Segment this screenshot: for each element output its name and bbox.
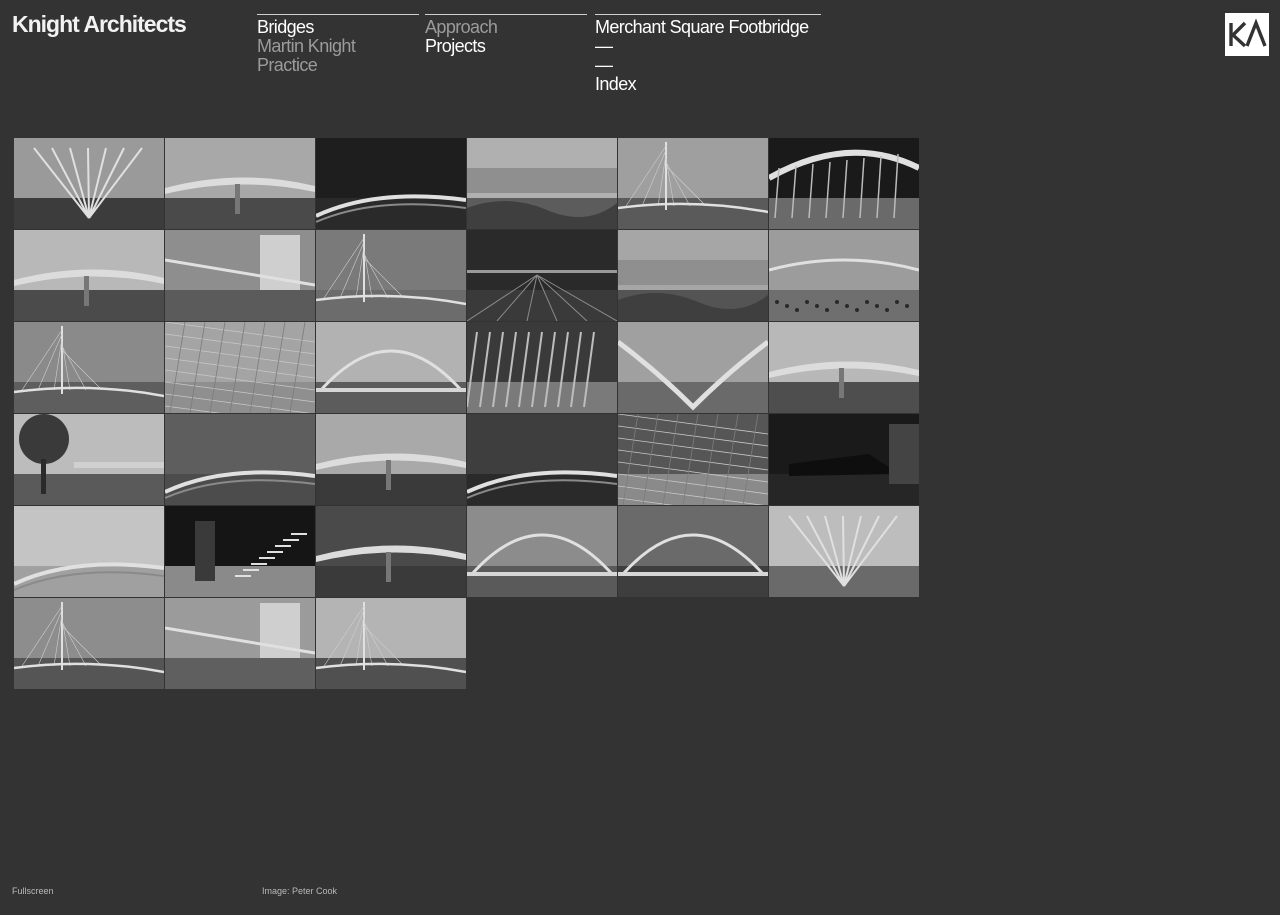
bridge-photo-icon: [316, 598, 466, 689]
project-thumbnail[interactable]: [467, 506, 617, 597]
nav-column-project: Merchant Square Footbridge — — Index: [595, 14, 821, 94]
bridge-photo-icon: [467, 322, 617, 413]
ka-logo-icon[interactable]: [1225, 13, 1269, 56]
bridge-photo-icon: [14, 322, 164, 413]
project-thumbnail[interactable]: [165, 230, 315, 321]
bridge-photo-icon: [165, 506, 315, 597]
project-thumbnail[interactable]: [618, 506, 768, 597]
project-thumbnail[interactable]: [165, 414, 315, 505]
bridge-photo-icon: [467, 414, 617, 505]
nav-link-projects[interactable]: Projects: [425, 37, 587, 56]
project-thumbnail[interactable]: [467, 322, 617, 413]
project-thumbnail[interactable]: [14, 506, 164, 597]
bridge-photo-icon: [467, 506, 617, 597]
project-thumbnail[interactable]: [618, 138, 768, 229]
bridge-photo-icon: [14, 598, 164, 689]
bridge-photo-icon: [14, 138, 164, 229]
project-thumbnail[interactable]: [316, 414, 466, 505]
project-thumbnail[interactable]: [316, 598, 466, 689]
bridge-photo-icon: [316, 322, 466, 413]
project-thumbnail[interactable]: [618, 414, 768, 505]
project-thumbnail[interactable]: [769, 506, 919, 597]
nav-separator: —: [595, 36, 613, 56]
bridge-photo-icon: [769, 230, 919, 321]
bridge-photo-icon: [618, 506, 768, 597]
fullscreen-link[interactable]: Fullscreen: [12, 886, 54, 896]
bridge-photo-icon: [316, 138, 466, 229]
project-thumbnail[interactable]: [316, 230, 466, 321]
bridge-photo-icon: [769, 322, 919, 413]
bridge-photo-icon: [316, 506, 466, 597]
project-thumbnail[interactable]: [14, 230, 164, 321]
nav-link-practice[interactable]: Practice: [257, 56, 419, 75]
nav-items: Bridges Martin Knight Practice: [257, 15, 419, 75]
nav-link-index[interactable]: Index: [595, 75, 821, 94]
nav-link-approach[interactable]: Approach: [425, 18, 587, 37]
nav-items: Approach Projects: [425, 15, 587, 56]
bridge-photo-icon: [618, 322, 768, 413]
bridge-photo-icon: [14, 506, 164, 597]
bridge-photo-icon: [165, 598, 315, 689]
bridge-photo-icon: [618, 230, 768, 321]
bridge-photo-icon: [165, 322, 315, 413]
bridge-photo-icon: [467, 138, 617, 229]
project-thumbnail[interactable]: [14, 598, 164, 689]
bridge-photo-icon: [14, 414, 164, 505]
project-thumbnail[interactable]: [769, 138, 919, 229]
nav-link-bridges[interactable]: Bridges: [257, 18, 419, 37]
project-thumbnail[interactable]: [769, 322, 919, 413]
project-thumbnail[interactable]: [14, 322, 164, 413]
project-thumbnail[interactable]: [467, 230, 617, 321]
nav-column-practice: Bridges Martin Knight Practice: [257, 14, 419, 75]
bridge-photo-icon: [467, 230, 617, 321]
bridge-photo-icon: [618, 138, 768, 229]
project-thumbnail[interactable]: [165, 138, 315, 229]
image-credit: Image: Peter Cook: [262, 886, 338, 896]
nav-separator: —: [595, 55, 613, 75]
bridge-photo-icon: [769, 506, 919, 597]
project-thumbnail[interactable]: [14, 414, 164, 505]
bridge-photo-icon: [165, 414, 315, 505]
nav-link-martin-knight[interactable]: Martin Knight: [257, 37, 419, 56]
brand-title[interactable]: Knight Architects: [12, 11, 187, 37]
project-thumbnail[interactable]: [14, 138, 164, 229]
bridge-photo-icon: [165, 230, 315, 321]
nav-column-work: Approach Projects: [425, 14, 587, 56]
project-thumbnail[interactable]: [769, 414, 919, 505]
project-thumbnail[interactable]: [618, 322, 768, 413]
project-thumbnail[interactable]: [316, 138, 466, 229]
project-thumbnail[interactable]: [165, 598, 315, 689]
bridge-photo-icon: [769, 138, 919, 229]
project-thumbnail[interactable]: [316, 506, 466, 597]
project-thumbnail[interactable]: [769, 230, 919, 321]
project-thumbnail[interactable]: [316, 322, 466, 413]
bridge-photo-icon: [165, 138, 315, 229]
bridge-photo-icon: [316, 230, 466, 321]
project-thumbnail[interactable]: [467, 414, 617, 505]
bridge-photo-icon: [618, 414, 768, 505]
project-thumbnail[interactable]: [618, 230, 768, 321]
project-thumbnail[interactable]: [165, 322, 315, 413]
project-thumbnail[interactable]: [467, 138, 617, 229]
bridge-photo-icon: [769, 414, 919, 505]
nav-link-merchant-square-footbridge[interactable]: Merchant Square Footbridge: [595, 18, 821, 37]
bridge-photo-icon: [316, 414, 466, 505]
project-thumbnail[interactable]: [165, 506, 315, 597]
nav-items: Merchant Square Footbridge — — Index: [595, 15, 821, 94]
bridge-photo-icon: [14, 230, 164, 321]
